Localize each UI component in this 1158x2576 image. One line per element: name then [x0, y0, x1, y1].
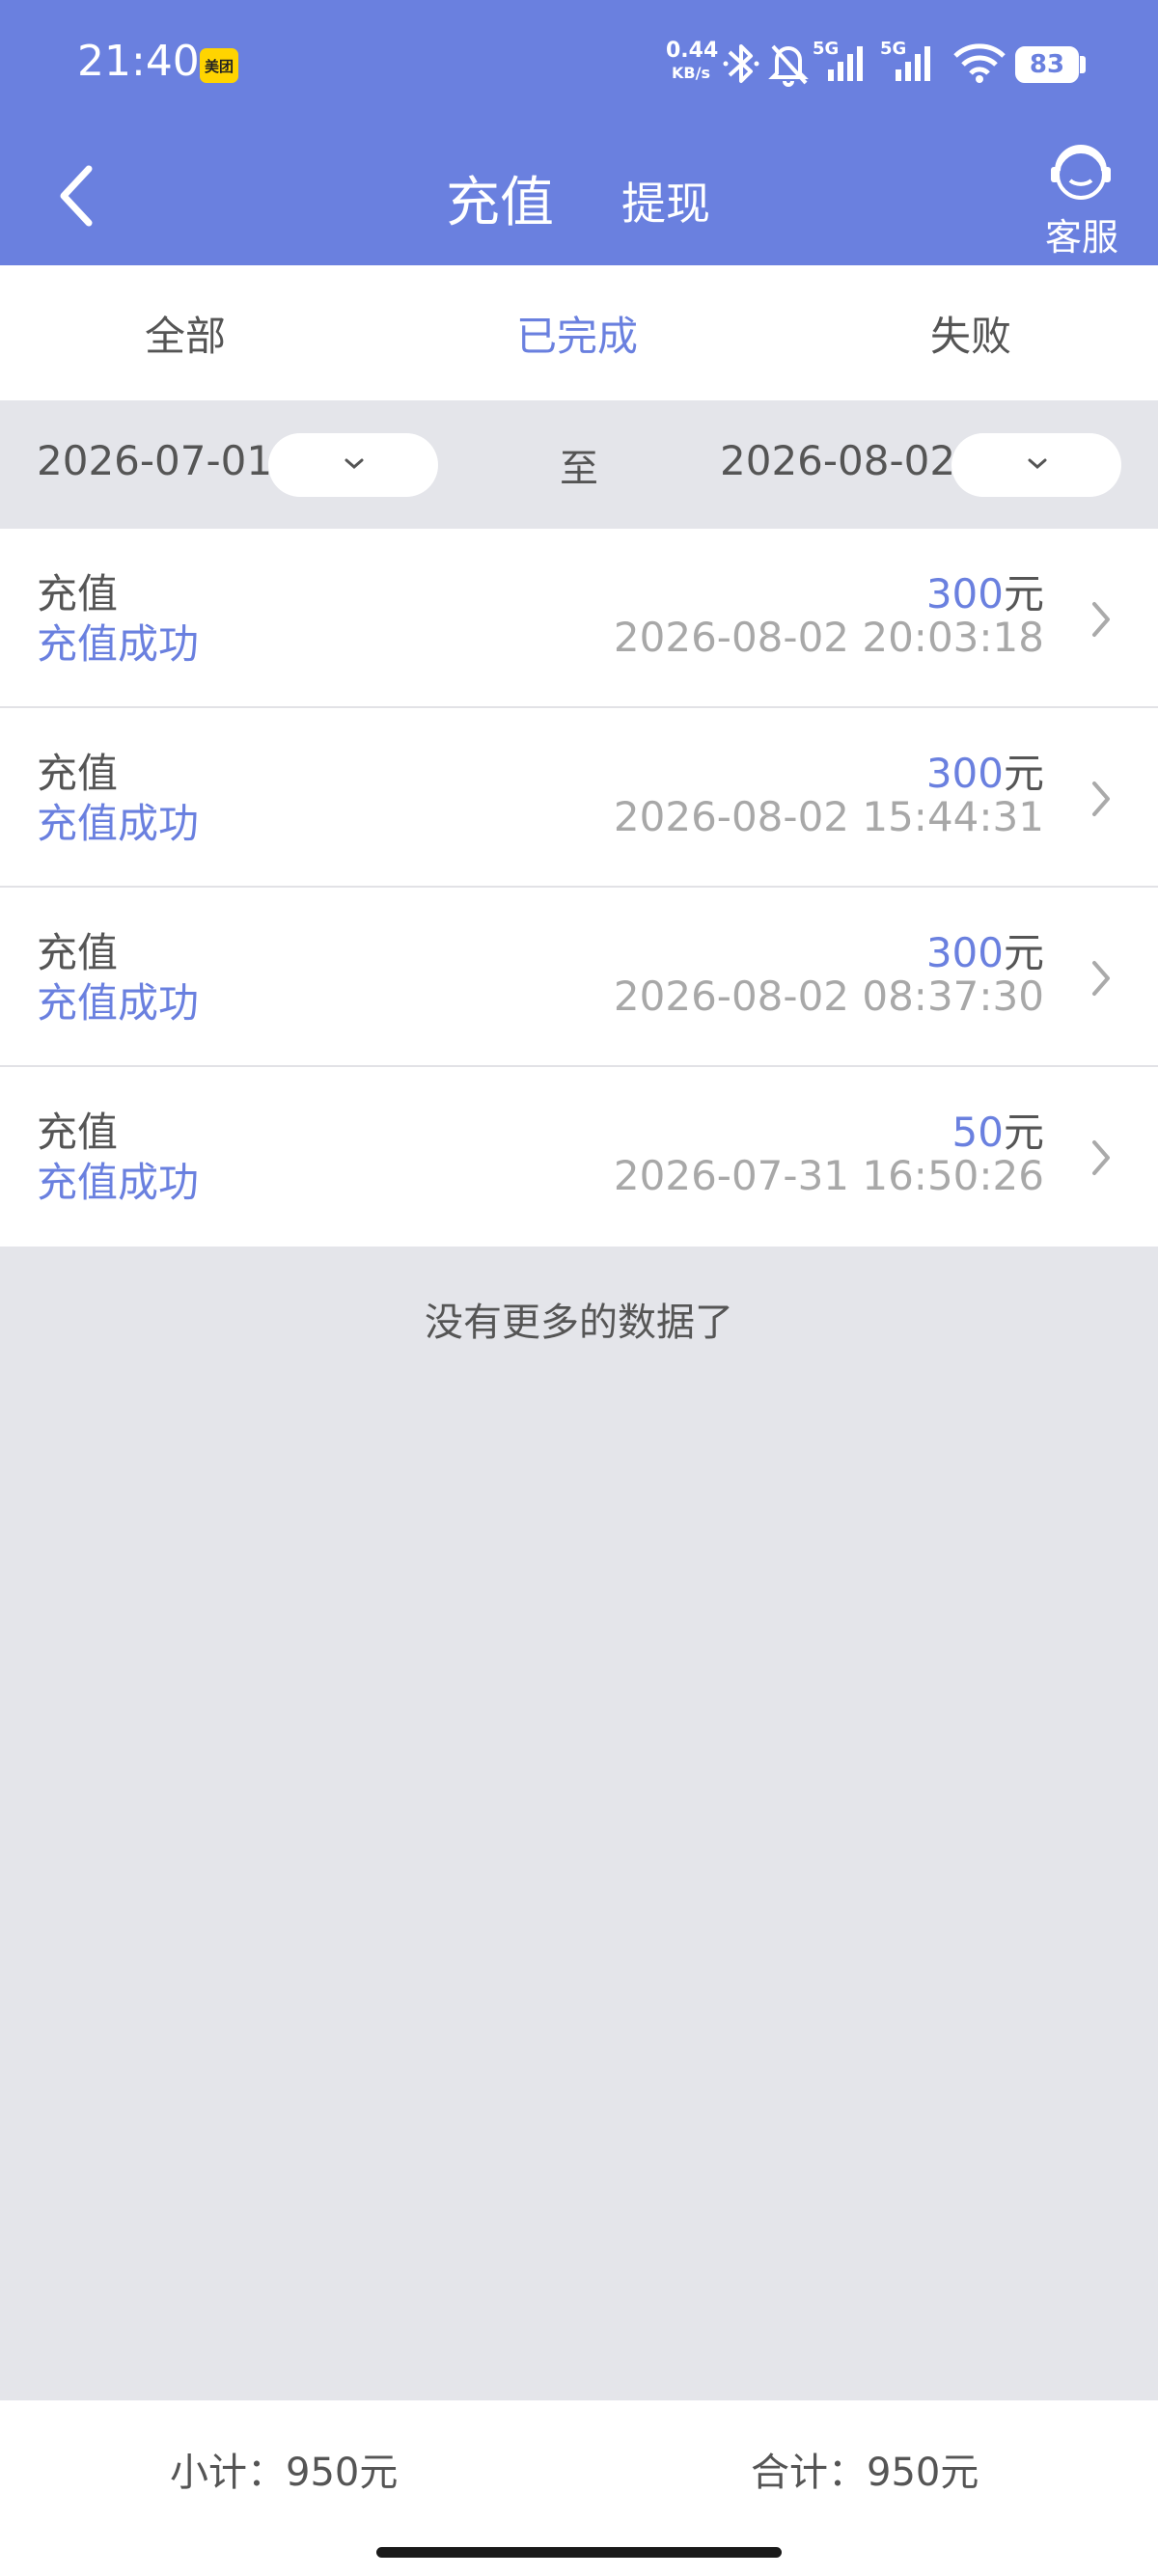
wifi-icon — [953, 43, 1006, 83]
tab-completed[interactable]: 已完成 — [516, 304, 638, 363]
record-amount-value: 300 — [925, 570, 1004, 617]
total-text: 合计：950元 — [751, 2451, 979, 2495]
record-amount: 300元 — [926, 562, 1044, 620]
status-time: 21:40 — [77, 37, 200, 86]
tab-failed[interactable]: 失败 — [930, 304, 1011, 363]
battery-indicator: 83 — [1015, 46, 1079, 83]
record-datetime: 2026-07-31 16:50:26 — [613, 1152, 1044, 1199]
mute-bell-icon — [768, 44, 809, 87]
record-amount: 50元 — [952, 1100, 1044, 1159]
record-amount-value: 300 — [925, 929, 1004, 976]
tab-recharge-title[interactable]: 充值 — [446, 159, 554, 237]
status-tabs: 全部 已完成 失败 — [0, 265, 1158, 400]
date-range-separator: 至 — [560, 447, 598, 491]
record-status: 充值成功 — [37, 979, 200, 1027]
status-bar: 21:40 美团 0.44 KB/s 5G 5G 83 — [0, 0, 1158, 130]
record-amount-unit: 元 — [1003, 929, 1044, 976]
record-status: 充值成功 — [37, 1159, 200, 1206]
battery-cap — [1080, 56, 1086, 73]
subtotal-text: 小计：950元 — [170, 2451, 399, 2495]
network-speed: 0.44 KB/s — [666, 39, 719, 82]
record-row[interactable]: 充值 充值成功 300元 2026-08-02 20:03:18 — [0, 529, 1158, 708]
record-amount-unit: 元 — [1003, 1109, 1044, 1156]
record-datetime: 2026-08-02 08:37:30 — [613, 973, 1044, 1020]
network-speed-unit: KB/s — [672, 64, 710, 82]
nav-bar: 充值 提现 客服 — [0, 130, 1158, 265]
record-datetime: 2026-08-02 15:44:31 — [613, 793, 1044, 840]
record-amount-unit: 元 — [1003, 750, 1044, 797]
signal-icon — [896, 46, 930, 81]
start-date-dropdown[interactable] — [268, 433, 438, 497]
record-row[interactable]: 充值 充值成功 300元 2026-08-02 08:37:30 — [0, 888, 1158, 1067]
signal-icon — [828, 46, 863, 81]
chevron-left-icon — [60, 165, 93, 227]
date-filter: 2026-07-01 至 2026-08-02 — [0, 400, 1158, 529]
home-indicator[interactable] — [376, 2547, 782, 2558]
record-row[interactable]: 充值 充值成功 50元 2026-07-31 16:50:26 — [0, 1067, 1158, 1247]
meituan-app-icon: 美团 — [200, 48, 238, 83]
record-status: 充值成功 — [37, 800, 200, 847]
network-speed-value: 0.44 — [666, 39, 719, 63]
end-date-text: 2026-08-02 — [720, 437, 956, 484]
header: 21:40 美团 0.44 KB/s 5G 5G 83 充值 提现 客服 — [0, 0, 1158, 265]
chevron-right-icon — [1092, 602, 1110, 637]
chevron-down-icon — [345, 458, 364, 469]
record-amount-value: 50 — [951, 1109, 1004, 1156]
record-row[interactable]: 充值 充值成功 300元 2026-08-02 15:44:31 — [0, 708, 1158, 888]
chevron-right-icon — [1092, 1140, 1110, 1175]
totals-footer: 小计：950元 合计：950元 — [0, 2400, 1158, 2576]
chevron-down-icon — [1028, 458, 1047, 469]
customer-service-label: 客服 — [1045, 216, 1119, 259]
bluetooth-icon — [723, 44, 759, 83]
record-status: 充值成功 — [37, 620, 200, 668]
record-datetime: 2026-08-02 20:03:18 — [613, 614, 1044, 661]
chevron-right-icon — [1092, 961, 1110, 996]
record-amount: 300元 — [926, 920, 1044, 979]
headset-icon — [1051, 145, 1111, 200]
back-button[interactable] — [50, 157, 108, 234]
tab-all[interactable]: 全部 — [145, 304, 226, 363]
start-date-text: 2026-07-01 — [37, 437, 273, 484]
chevron-right-icon — [1092, 781, 1110, 816]
no-more-data-text: 没有更多的数据了 — [425, 1301, 733, 1345]
record-amount-unit: 元 — [1003, 570, 1044, 617]
record-amount-value: 300 — [925, 750, 1004, 797]
record-list: 充值 充值成功 300元 2026-08-02 20:03:18 充值 充值成功… — [0, 529, 1158, 1247]
end-date-dropdown[interactable] — [951, 433, 1121, 497]
tab-withdraw[interactable]: 提现 — [621, 169, 710, 233]
record-amount: 300元 — [926, 741, 1044, 800]
customer-service-button[interactable]: 客服 — [1037, 142, 1124, 259]
